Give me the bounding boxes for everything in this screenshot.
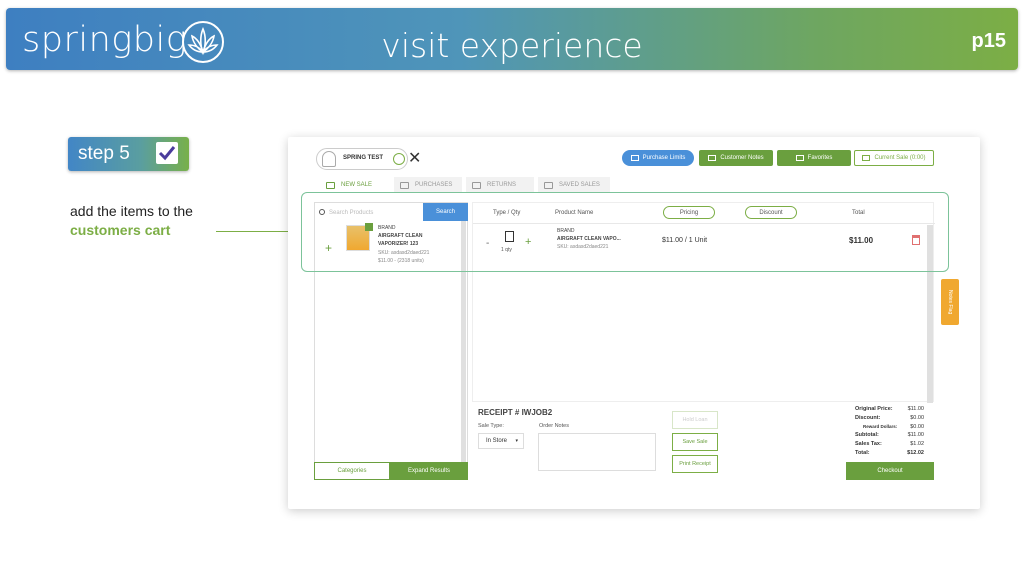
step-badge: step 5 bbox=[68, 137, 189, 171]
clock-icon bbox=[400, 181, 409, 189]
reward-dollars-value: $0.00 bbox=[910, 424, 924, 430]
discount-total-label: Discount: bbox=[855, 415, 881, 421]
favorites-label: Favorites bbox=[807, 155, 833, 161]
tab-saved-sales-label: SAVED SALES bbox=[559, 182, 600, 188]
customer-chip[interactable]: SPRING TEST bbox=[316, 148, 408, 170]
return-cart-icon bbox=[472, 181, 481, 189]
expand-results-button[interactable]: Expand Results bbox=[390, 462, 468, 480]
tab-saved-sales[interactable]: SAVED SALES bbox=[538, 177, 610, 193]
hold-loan-button[interactable]: Hold Loan bbox=[672, 411, 718, 429]
current-sale-label: Current Sale (0:00) bbox=[874, 155, 926, 161]
tab-purchases[interactable]: PURCHASES bbox=[394, 177, 462, 193]
checkout-button[interactable]: Checkout bbox=[846, 462, 934, 480]
caption-line-2: customers cart bbox=[70, 222, 171, 238]
reward-dollars-label: Reward Dollars: bbox=[863, 424, 898, 429]
total-label: Total: bbox=[855, 450, 870, 456]
order-notes-textarea[interactable] bbox=[538, 433, 656, 471]
header-banner: springbig visit experience p15 bbox=[6, 8, 1018, 70]
saved-cart-icon bbox=[544, 181, 553, 189]
bookmark-icon bbox=[795, 155, 804, 161]
cart-highlight-frame bbox=[301, 192, 949, 272]
sales-tax-value: $1.02 bbox=[910, 441, 924, 447]
product-panel-footer: Categories Expand Results bbox=[314, 462, 468, 480]
chevron-down-icon: ▾ bbox=[515, 438, 518, 444]
tab-returns[interactable]: RETURNS bbox=[466, 177, 534, 193]
receipt-number: RECEIPT # IWJOB2 bbox=[478, 408, 553, 417]
notes-flag-tab[interactable]: Notes Flag bbox=[941, 279, 959, 325]
tab-new-sale[interactable]: NEW SALE bbox=[320, 177, 390, 193]
limits-icon bbox=[630, 155, 639, 161]
categories-button[interactable]: Categories bbox=[314, 462, 390, 480]
checkmark-icon bbox=[156, 142, 178, 164]
tab-purchases-label: PURCHASES bbox=[415, 182, 453, 188]
tab-returns-label: RETURNS bbox=[487, 182, 517, 188]
purchase-limits-button[interactable]: Purchase Limits bbox=[622, 150, 694, 166]
page-number: p15 bbox=[971, 30, 1006, 52]
receipt-icon bbox=[862, 155, 871, 161]
page-title: visit experience bbox=[381, 26, 643, 65]
subtotal-value: $11.00 bbox=[907, 432, 924, 438]
order-notes-label: Order Notes bbox=[539, 423, 569, 429]
print-receipt-button[interactable]: Print Receipt bbox=[672, 455, 718, 473]
total-value: $12.02 bbox=[907, 450, 924, 456]
cart-icon bbox=[326, 181, 335, 189]
discount-total-value: $0.00 bbox=[910, 415, 924, 421]
subtotal-label: Subtotal: bbox=[855, 432, 879, 438]
caption-line-1: add the items to the bbox=[70, 203, 193, 219]
user-avatar-icon bbox=[322, 151, 336, 167]
customer-notes-button[interactable]: Customer Notes bbox=[699, 150, 773, 166]
customer-notes-label: Customer Notes bbox=[720, 155, 764, 161]
edit-customer-icon[interactable] bbox=[393, 153, 405, 165]
tab-new-sale-label: NEW SALE bbox=[341, 182, 373, 188]
current-sale-button[interactable]: Current Sale (0:00) bbox=[854, 150, 934, 166]
save-sale-button[interactable]: Save Sale bbox=[672, 433, 718, 451]
customer-name: SPRING TEST bbox=[343, 155, 384, 161]
original-price-label: Original Price: bbox=[855, 406, 893, 412]
sales-tax-label: Sales Tax: bbox=[855, 441, 882, 447]
close-customer-icon[interactable]: ✕ bbox=[408, 148, 421, 168]
sale-type-value: In Store bbox=[486, 438, 508, 444]
favorites-button[interactable]: Favorites bbox=[777, 150, 851, 166]
notes-icon bbox=[708, 155, 717, 161]
sale-type-label: Sale Type: bbox=[478, 423, 504, 429]
step-label: step 5 bbox=[78, 143, 130, 164]
sale-type-select[interactable]: In Store ▾ bbox=[478, 433, 524, 449]
purchase-limits-label: Purchase Limits bbox=[642, 155, 686, 161]
original-price-value: $11.00 bbox=[907, 406, 924, 412]
